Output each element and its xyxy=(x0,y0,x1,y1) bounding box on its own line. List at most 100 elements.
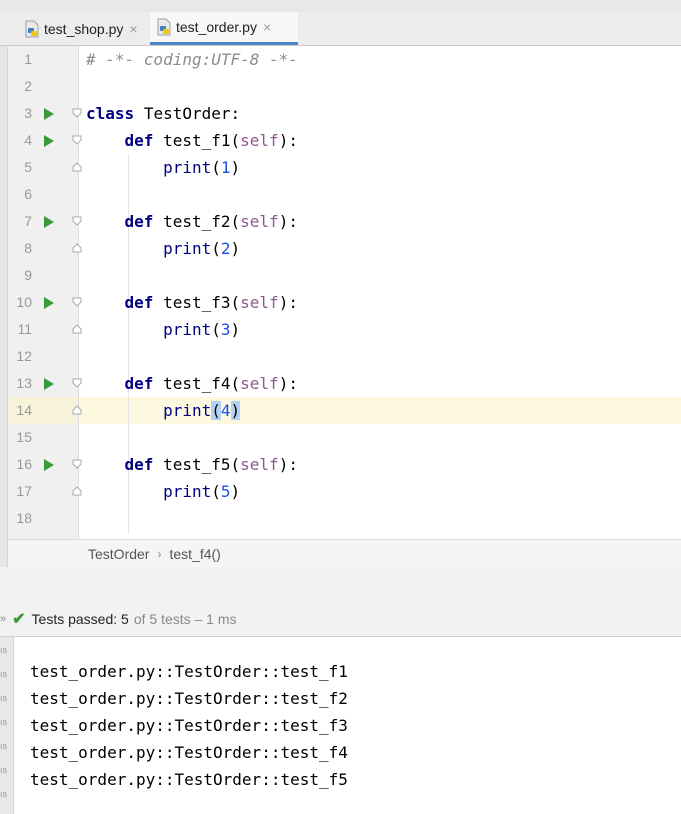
line-number: 6 xyxy=(24,186,32,202)
class-name: TestOrder: xyxy=(143,104,241,123)
run-icon[interactable] xyxy=(44,135,54,147)
fold-close-icon[interactable] xyxy=(72,324,82,334)
breadcrumb-separator: › xyxy=(157,546,162,561)
fold-close-icon[interactable] xyxy=(72,405,82,415)
duration-fragment: ıs xyxy=(0,789,8,799)
line-number: 17 xyxy=(16,483,32,499)
function-name: test_f5 xyxy=(163,455,231,474)
line-number: 3 xyxy=(24,105,32,121)
builtin: print xyxy=(163,401,212,420)
matched-brace: ) xyxy=(230,401,241,420)
line-number: 4 xyxy=(24,132,32,148)
self-param: self xyxy=(240,212,279,231)
function-name: test_f4 xyxy=(163,374,231,393)
keyword: def xyxy=(124,374,154,393)
fold-open-icon[interactable] xyxy=(72,108,82,118)
line-number: 14 xyxy=(16,402,32,418)
left-panel-edge xyxy=(0,46,8,568)
breadcrumb-class[interactable]: TestOrder xyxy=(88,546,149,562)
tab-label: test_order.py xyxy=(176,19,257,35)
self-param: self xyxy=(240,374,279,393)
code-print-line: print(1) xyxy=(163,158,241,177)
code-def-line: def test_f4(self): xyxy=(124,374,298,393)
builtin: print xyxy=(163,482,212,501)
output-line: test_order.py::TestOrder::test_f1 xyxy=(30,662,348,681)
number-literal: 3 xyxy=(220,320,231,339)
test-status-bar: » ✔ Tests passed: 5 of 5 tests – 1 ms xyxy=(0,601,681,637)
window-top-strip xyxy=(0,0,681,12)
builtin: print xyxy=(163,158,212,177)
keyword: def xyxy=(124,131,154,150)
tests-detail: of 5 tests – 1 ms xyxy=(133,610,237,627)
builtin: print xyxy=(163,239,212,258)
fold-open-icon[interactable] xyxy=(72,297,82,307)
line-number: 13 xyxy=(16,375,32,391)
code-print-line: print(5) xyxy=(163,482,241,501)
number-literal: 2 xyxy=(220,239,231,258)
output-line: test_order.py::TestOrder::test_f5 xyxy=(30,770,348,789)
run-icon[interactable] xyxy=(44,216,54,228)
close-icon[interactable]: × xyxy=(129,21,137,37)
tab-test-order[interactable]: test_order.py × xyxy=(150,12,298,45)
function-name: test_f3 xyxy=(163,293,231,312)
output-line: test_order.py::TestOrder::test_f2 xyxy=(30,689,348,708)
code-print-line: print(2) xyxy=(163,239,241,258)
line-number: 9 xyxy=(24,267,32,283)
line-number: 10 xyxy=(16,294,32,310)
editor-tab-bar: test_shop.py × test_order.py × xyxy=(0,12,681,46)
line-number: 12 xyxy=(16,348,32,364)
code-class-line: class TestOrder: xyxy=(86,100,240,127)
fold-close-icon[interactable] xyxy=(72,243,82,253)
tests-passed-label: Tests passed: 5 xyxy=(31,610,129,627)
duration-fragment: ıs xyxy=(0,669,8,679)
line-number: 2 xyxy=(24,78,32,94)
python-file-icon xyxy=(156,18,172,36)
fold-close-icon[interactable] xyxy=(72,162,82,172)
breadcrumb: TestOrder › test_f4() xyxy=(8,539,681,567)
fold-open-icon[interactable] xyxy=(72,459,82,469)
line-number: 7 xyxy=(24,213,32,229)
python-file-icon xyxy=(24,20,40,38)
fold-close-icon[interactable] xyxy=(72,486,82,496)
output-line: test_order.py::TestOrder::test_f4 xyxy=(30,743,348,762)
line-number: 1 xyxy=(24,51,32,67)
output-line: test_order.py::TestOrder::test_f3 xyxy=(30,716,348,735)
number-literal: 1 xyxy=(220,158,231,177)
test-tree-edge: ıs ıs ıs ıs ıs ıs ıs xyxy=(0,637,14,814)
line-number: 16 xyxy=(16,456,32,472)
duration-fragment: ıs xyxy=(0,693,8,703)
function-name: test_f2 xyxy=(163,212,231,231)
code-def-line: def test_f3(self): xyxy=(124,293,298,312)
keyword: def xyxy=(124,293,154,312)
code-print-line: print(3) xyxy=(163,320,241,339)
fold-open-icon[interactable] xyxy=(72,216,82,226)
fold-open-icon[interactable] xyxy=(72,378,82,388)
tab-test-shop[interactable]: test_shop.py × xyxy=(18,12,150,45)
close-icon[interactable]: × xyxy=(263,19,271,35)
keyword: class xyxy=(86,104,135,123)
test-output-console[interactable]: test_order.py::TestOrder::test_f1 test_o… xyxy=(14,637,681,814)
duration-fragment: ıs xyxy=(0,717,8,727)
run-icon[interactable] xyxy=(44,378,54,390)
line-number: 11 xyxy=(17,321,32,337)
panel-divider xyxy=(0,567,681,602)
code-def-line: def test_f2(self): xyxy=(124,212,298,231)
code-def-line: def test_f1(self): xyxy=(124,131,298,150)
run-icon[interactable] xyxy=(44,297,54,309)
matched-brace: ( xyxy=(211,401,221,420)
run-icon[interactable] xyxy=(44,108,54,120)
line-number: 5 xyxy=(24,159,32,175)
code-print-line: print(4) xyxy=(86,397,241,424)
number-literal: 4 xyxy=(220,401,231,420)
code-editor[interactable]: 1 2 3 4 5 6 7 8 9 10 11 12 13 14 15 16 1… xyxy=(8,46,681,539)
duration-fragment: ıs xyxy=(0,645,8,655)
run-icon[interactable] xyxy=(44,459,54,471)
fold-open-icon[interactable] xyxy=(72,135,82,145)
breadcrumb-method[interactable]: test_f4() xyxy=(169,546,220,562)
self-param: self xyxy=(240,455,279,474)
function-name: test_f1 xyxy=(163,131,231,150)
line-number: 8 xyxy=(24,240,32,256)
keyword: def xyxy=(124,455,154,474)
expand-chevron-icon[interactable]: » xyxy=(0,613,6,625)
duration-fragment: ıs xyxy=(0,765,8,775)
